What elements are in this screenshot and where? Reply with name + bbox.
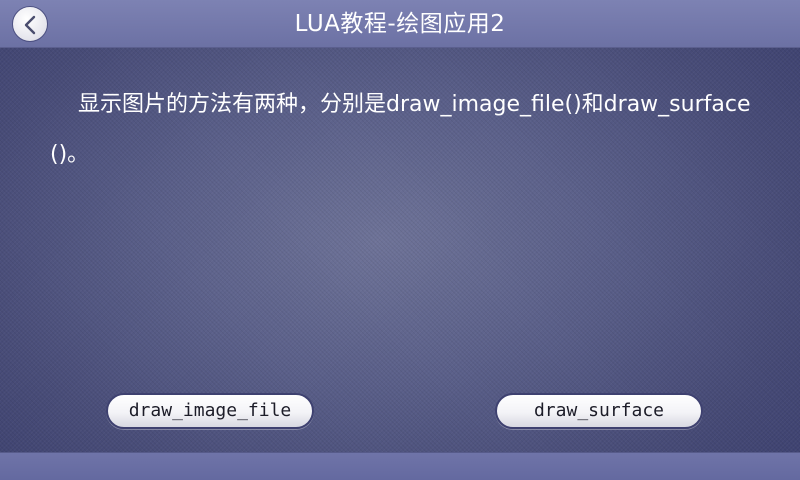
- title-bar: LUA教程-绘图应用2: [0, 0, 800, 48]
- page-title: LUA教程-绘图应用2: [294, 11, 506, 37]
- chevron-left-icon: [24, 15, 36, 35]
- back-button[interactable]: [12, 6, 48, 42]
- draw-image-file-button[interactable]: draw_image_file: [106, 393, 314, 429]
- description-text: 显示图片的方法有两种，分别是draw_image_file()和draw_sur…: [50, 92, 751, 167]
- draw-surface-button[interactable]: draw_surface: [495, 393, 703, 429]
- bottom-bar: [0, 452, 800, 480]
- screen: LUA教程-绘图应用2 显示图片的方法有两种，分别是draw_image_fil…: [0, 0, 800, 480]
